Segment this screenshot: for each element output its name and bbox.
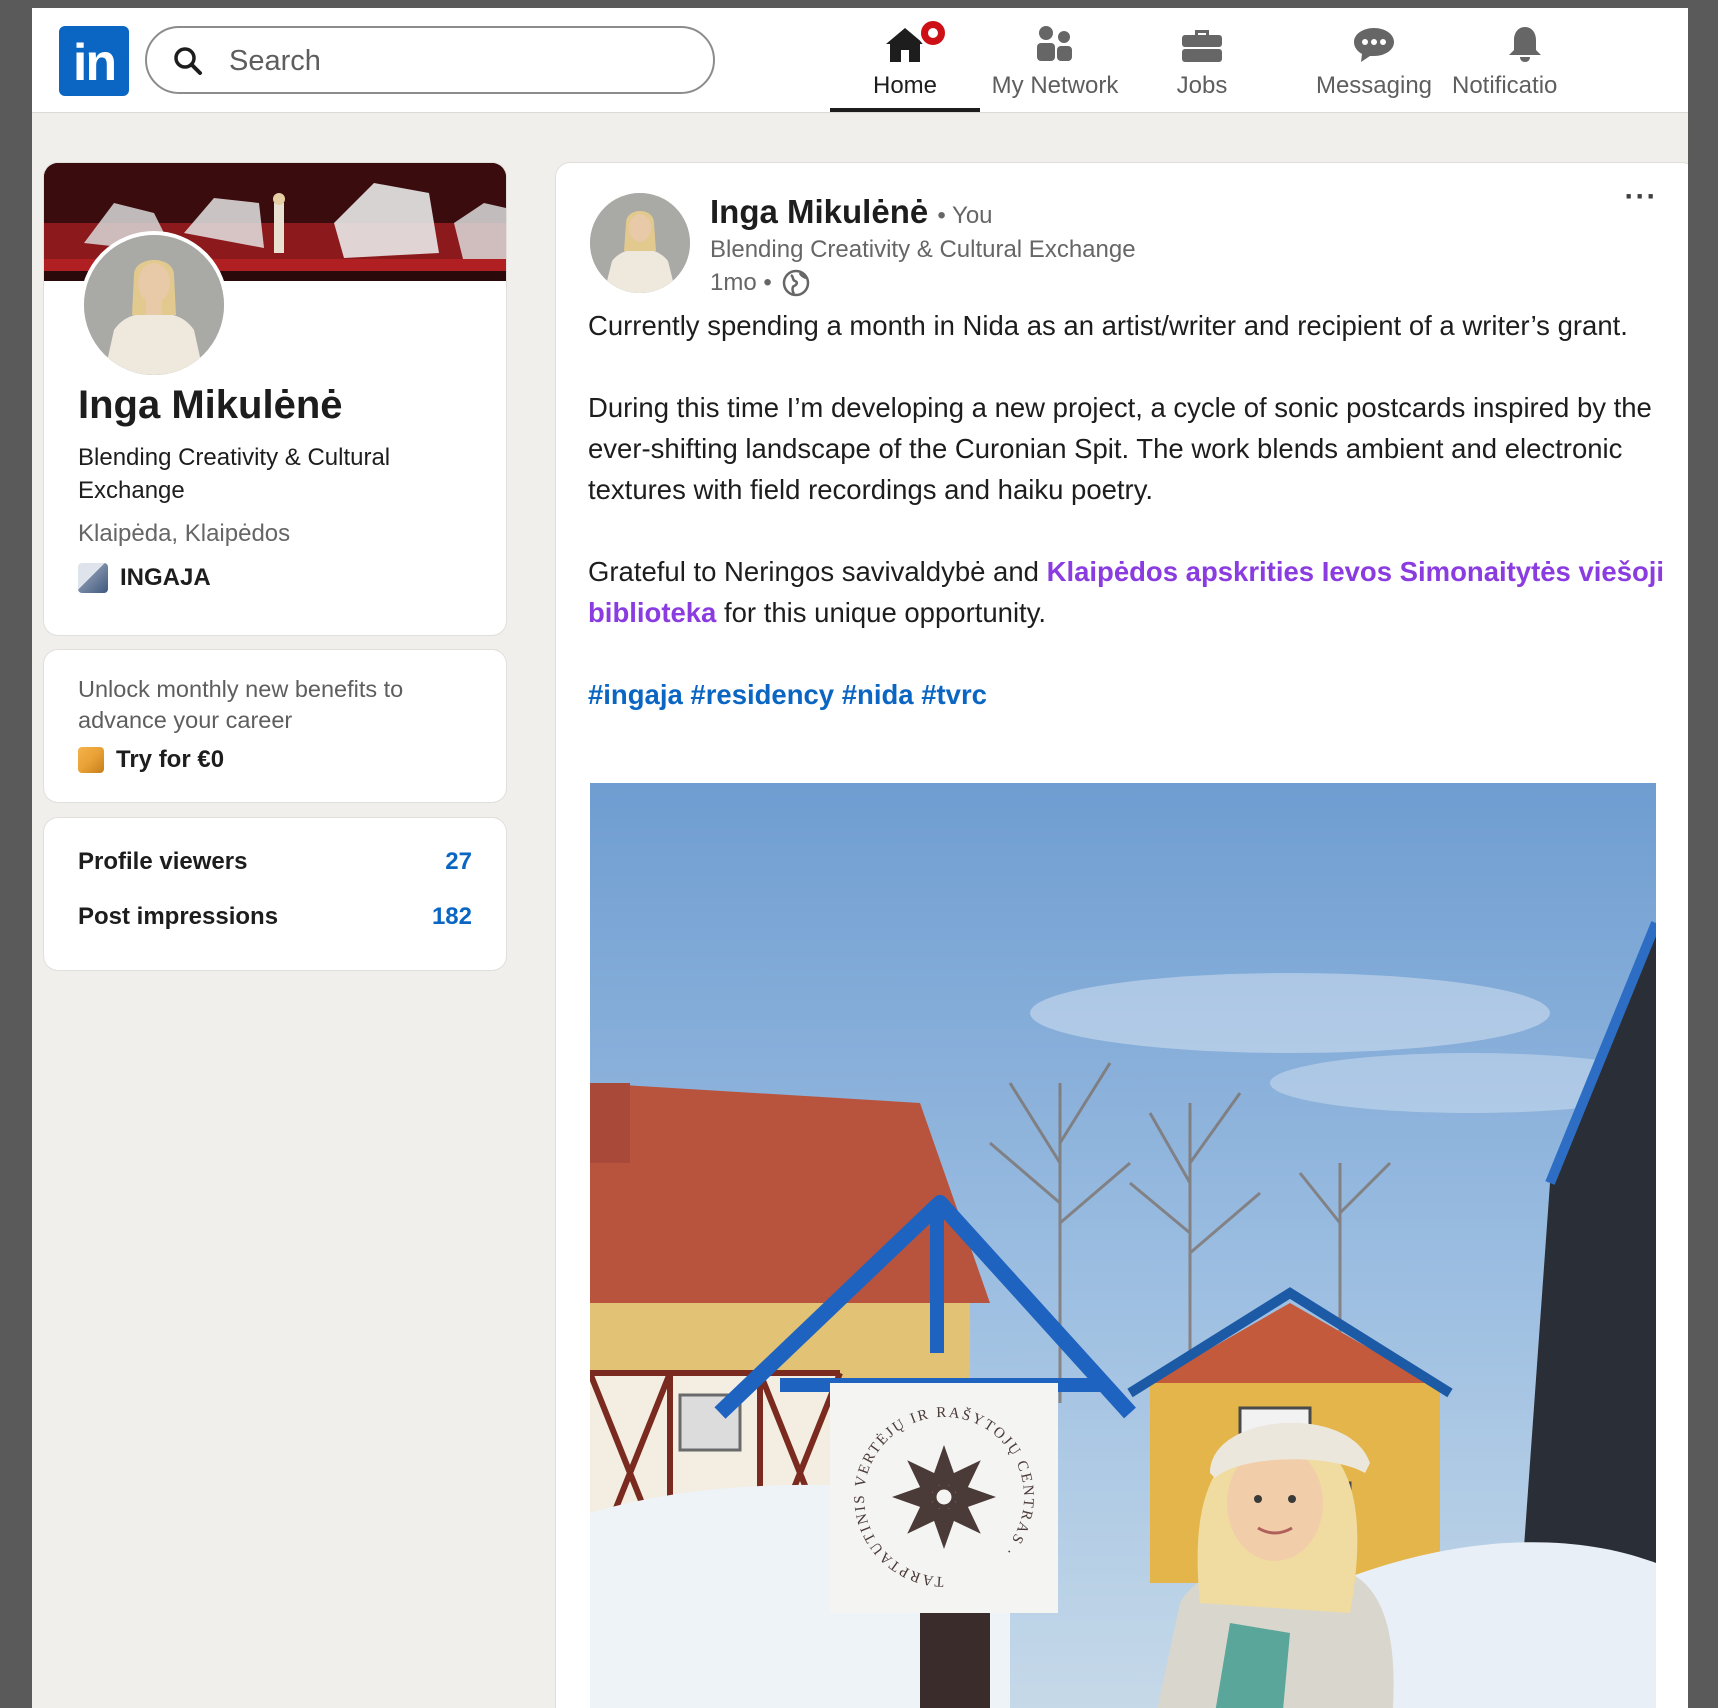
premium-try-label: Try for €0 (116, 746, 225, 773)
profile-card: Inga Mikulėnė Blending Creativity & Cult… (44, 163, 506, 635)
stat-label: Profile viewers (78, 848, 248, 875)
post-image[interactable]: TARPTAUTINIS VERTĖJŲ IR RAŠYTOJŲ CENTRAS… (590, 783, 1656, 1708)
nav-my-network[interactable]: My Network (982, 8, 1128, 112)
nav-messaging-label: Messaging (1315, 72, 1433, 99)
linkedin-screen: in Home My Network (32, 8, 1688, 1708)
briefcase-icon (1182, 30, 1222, 62)
profile-company-label: INGAJA (120, 564, 211, 591)
post-time: 1mo • (710, 269, 772, 296)
bell-icon (1509, 27, 1541, 62)
post-paragraph: During this time I’m developing a new pr… (588, 392, 1652, 505)
post-meta: 1mo • (710, 269, 810, 297)
nav-notifications-label: Notificatio (1452, 72, 1558, 99)
search-icon (174, 47, 202, 75)
stats-card: Profile viewers 27 Post impressions 182 (44, 818, 506, 970)
nav-jobs-label: Jobs (1176, 72, 1228, 99)
feed-post: Inga Mikulėnė • You Blending Creativity … (556, 163, 1688, 1708)
post-author-avatar[interactable] (590, 193, 690, 293)
stat-value: 27 (445, 848, 472, 875)
post-hashtags[interactable]: #ingaja #residency #nida #tvrc (588, 674, 1678, 715)
nav-messaging[interactable]: Messaging (1304, 8, 1444, 112)
post-author-name-text: Inga Mikulėnė (710, 193, 929, 230)
stat-value: 182 (431, 903, 472, 930)
profile-name[interactable]: Inga Mikulėnė (78, 383, 343, 428)
stat-label: Post impressions (78, 903, 279, 930)
profile-company[interactable]: INGAJA (78, 561, 211, 595)
nav-home[interactable]: Home (830, 8, 980, 112)
post-paragraph-text: Grateful to Neringos savivaldybė and (588, 556, 1047, 587)
post-paragraph: Grateful to Neringos savivaldybė and Kla… (588, 551, 1678, 633)
profile-headline: Blending Creativity & Cultural Exchange (78, 444, 391, 504)
notification-badge (918, 18, 948, 48)
search-box[interactable] (145, 26, 715, 94)
nav-jobs[interactable]: Jobs (1142, 8, 1262, 112)
company-logo-icon (78, 563, 108, 593)
post-text: Currently spending a month in Nida as an… (588, 305, 1678, 756)
premium-text: Unlock monthly new benefits to advance y… (78, 676, 404, 733)
post-author-headline: Blending Creativity & Cultural Exchange (710, 236, 1136, 263)
nav-my-network-label: My Network (991, 72, 1119, 99)
linkedin-logo[interactable]: in (59, 26, 129, 96)
post-paragraph-text: for this unique opportunity. (716, 597, 1047, 628)
search-input[interactable] (227, 38, 691, 84)
chat-icon (1354, 28, 1394, 62)
post-author-you: • You (937, 202, 993, 229)
post-author-name[interactable]: Inga Mikulėnė • You (710, 193, 993, 231)
post-more-options-button[interactable]: ··· (1616, 182, 1666, 219)
stat-post-impressions[interactable]: Post impressions 182 (78, 903, 472, 931)
premium-card[interactable]: Unlock monthly new benefits to advance y… (44, 650, 506, 802)
profile-avatar[interactable] (80, 231, 228, 379)
profile-location: Klaipėda, Klaipėdos (78, 520, 291, 547)
premium-icon (78, 747, 104, 773)
network-icon (1037, 26, 1072, 61)
stat-profile-viewers[interactable]: Profile viewers 27 (78, 848, 472, 876)
globe-icon (782, 269, 810, 297)
premium-try-link[interactable]: Try for €0 (78, 746, 224, 774)
global-nav: in Home My Network (32, 8, 1688, 113)
nav-home-label: Home (872, 72, 938, 99)
nav-notifications[interactable]: Notificatio (1450, 8, 1600, 112)
post-paragraph: Currently spending a month in Nida as an… (588, 310, 1628, 341)
